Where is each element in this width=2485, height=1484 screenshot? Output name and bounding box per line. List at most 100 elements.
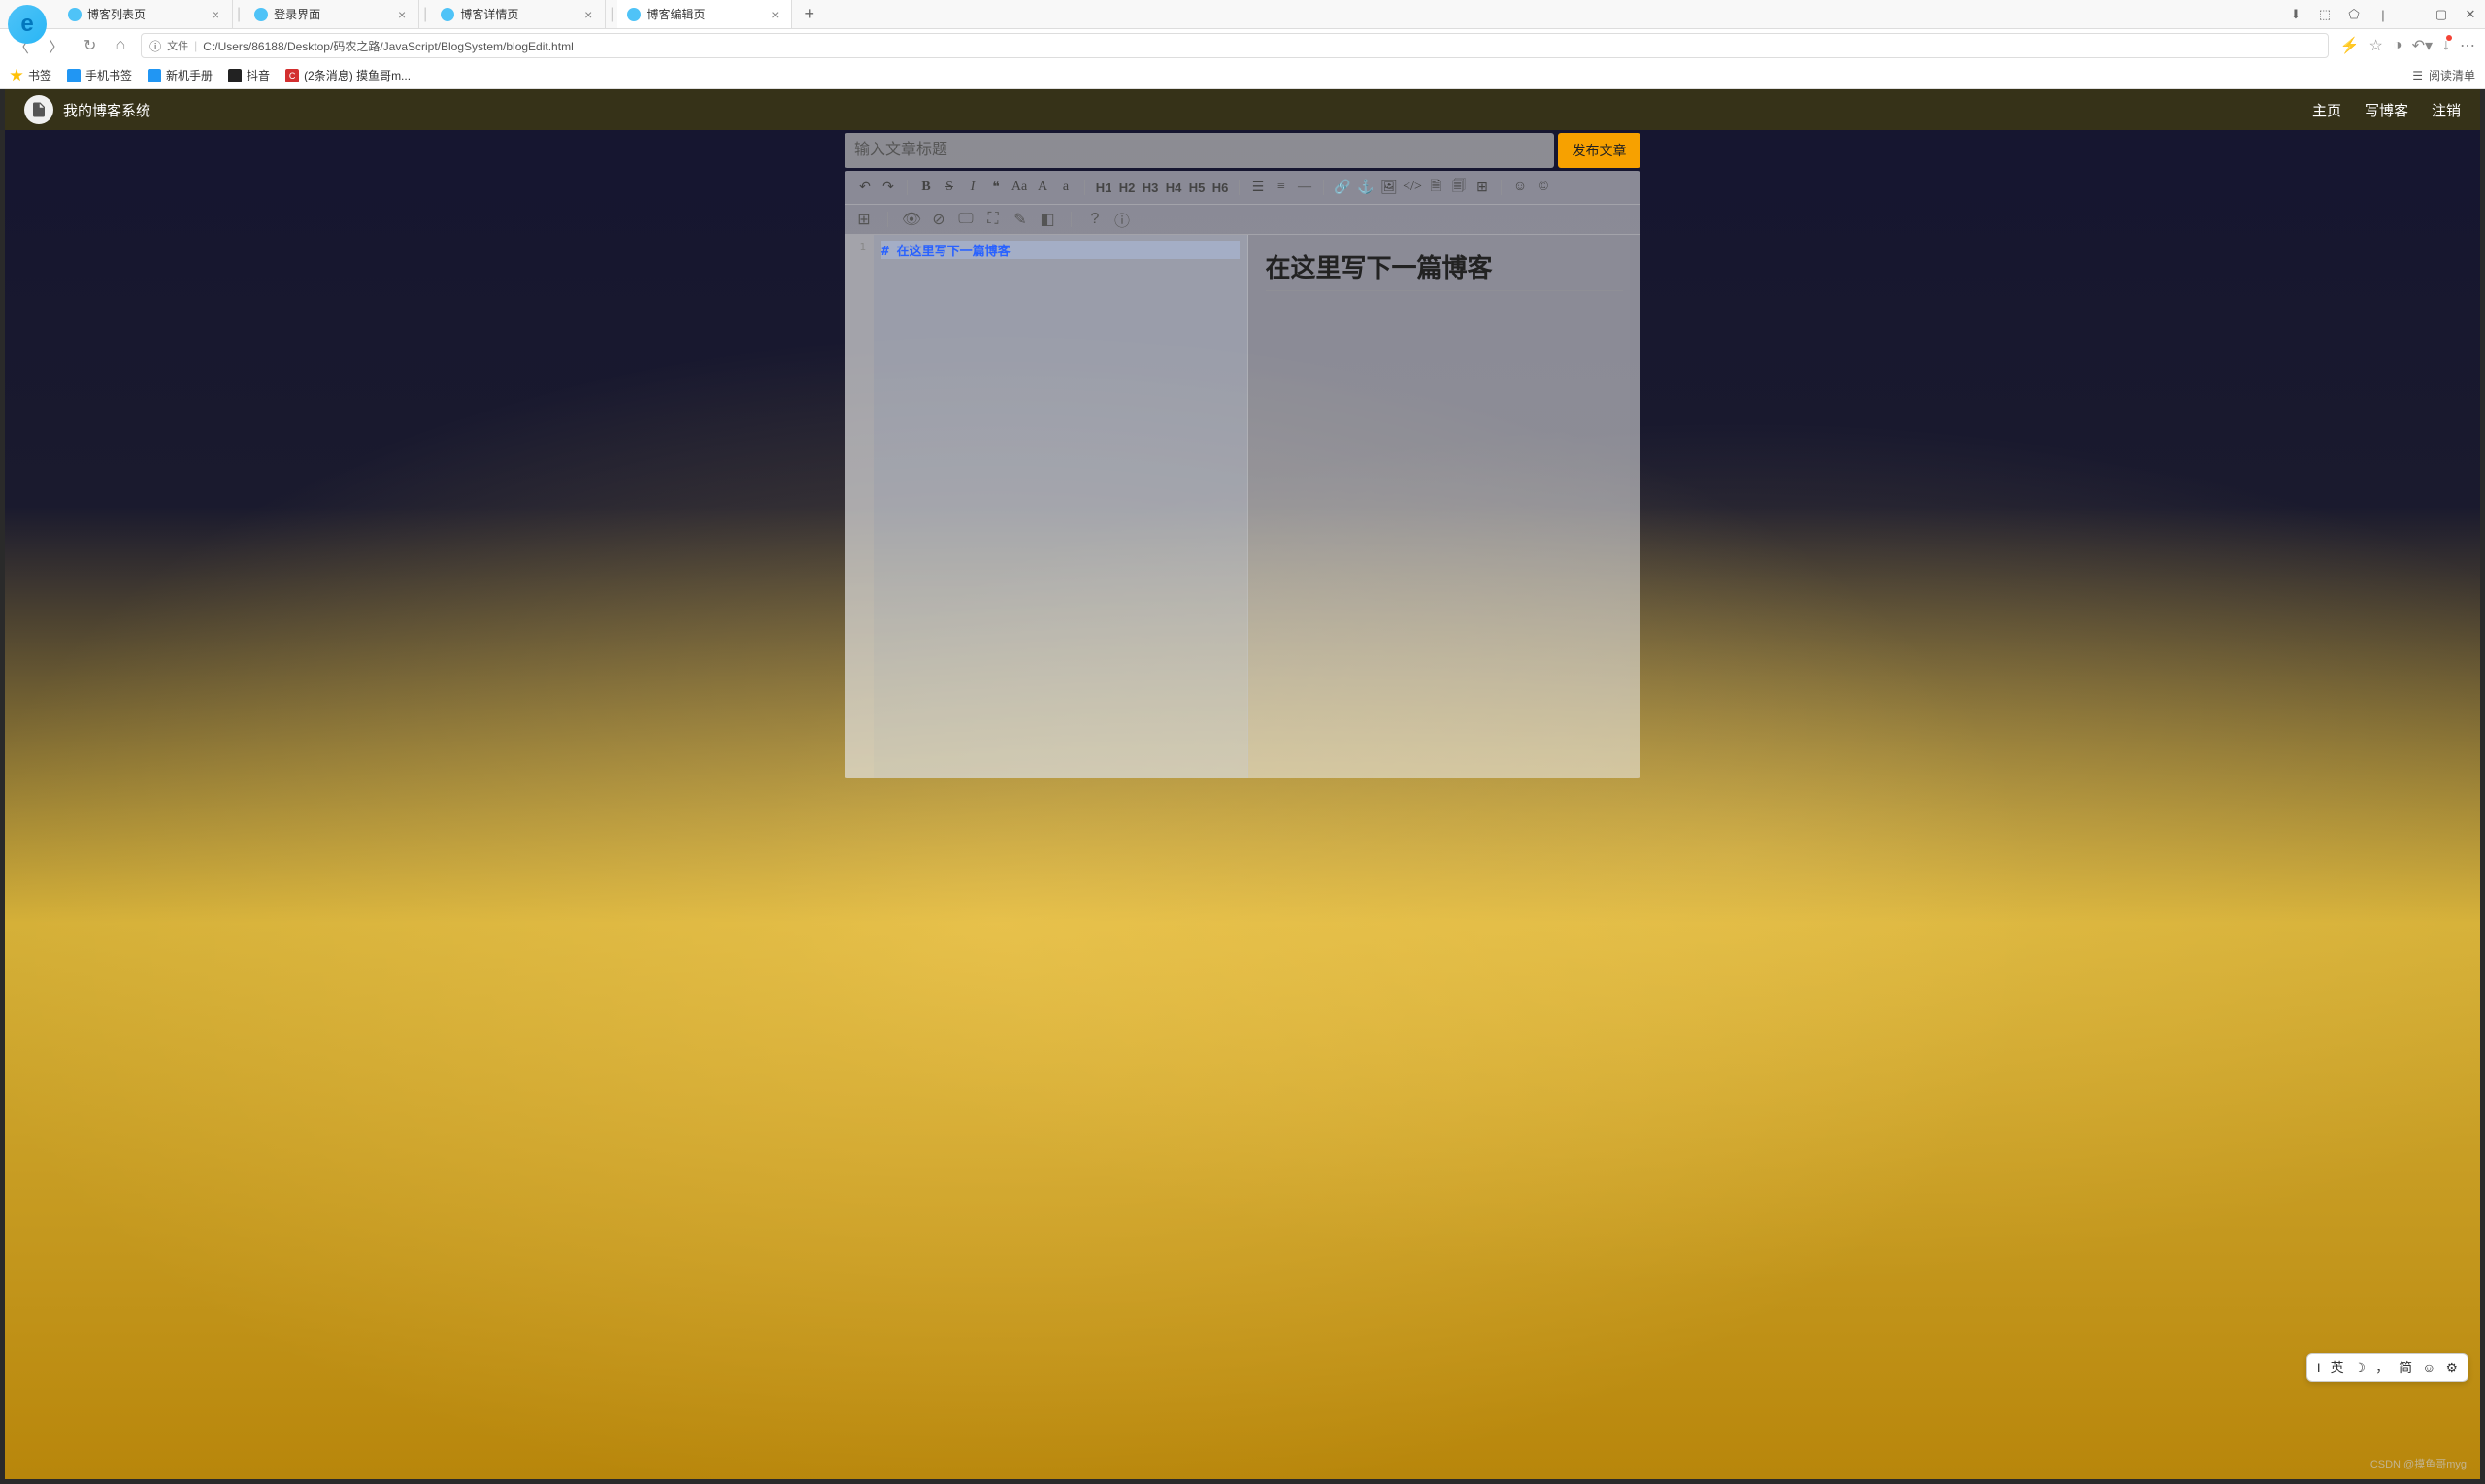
tab-close-icon[interactable]: × bbox=[209, 7, 222, 22]
watch-button[interactable]: 👁 bbox=[902, 210, 921, 229]
tab-blog-list[interactable]: 博客列表页 × bbox=[58, 0, 233, 28]
h5-button[interactable]: H5 bbox=[1186, 177, 1208, 198]
shield-icon[interactable]: ⬠ bbox=[2339, 0, 2369, 29]
link-button[interactable]: 🔗 bbox=[1332, 177, 1353, 198]
anchor-button[interactable]: ⚓ bbox=[1355, 177, 1376, 198]
ime-lang[interactable]: 英 bbox=[2331, 1358, 2344, 1377]
copyright-button[interactable]: © bbox=[1533, 177, 1554, 198]
quote-button[interactable]: ❝ bbox=[985, 177, 1007, 198]
bookmark-bar: 书签 手机书签 新机手册 抖音 C (2条消息) 摸鱼哥m... ☰ 阅读清单 bbox=[0, 62, 2485, 89]
help-button[interactable]: ? bbox=[1085, 210, 1105, 229]
bookmark-main[interactable]: 书签 bbox=[10, 67, 51, 83]
puzzle-icon[interactable]: ⬚ bbox=[2310, 0, 2339, 29]
bookmark-csdn[interactable]: C (2条消息) 摸鱼哥m... bbox=[285, 67, 411, 83]
redo-button[interactable]: ↷ bbox=[878, 177, 899, 198]
page-viewport: 我的博客系统 主页 写博客 注销 发布文章 ↶ ↷ B S I ❝ Aa A a bbox=[0, 89, 2485, 1484]
strike-button[interactable]: S bbox=[939, 177, 960, 198]
nav-write[interactable]: 写博客 bbox=[2365, 100, 2408, 120]
code-button[interactable]: </> bbox=[1402, 177, 1423, 198]
new-tab-button[interactable]: + bbox=[792, 4, 826, 24]
ime-moon-icon[interactable]: ☽ bbox=[2354, 1360, 2367, 1376]
h3-button[interactable]: H3 bbox=[1140, 177, 1161, 198]
bookmark-douyin[interactable]: 抖音 bbox=[228, 67, 270, 83]
uppercase-button[interactable]: Aa bbox=[1009, 177, 1030, 198]
bookmark-label: 新机手册 bbox=[166, 67, 213, 83]
ime-toolbar[interactable]: Ι 英 ☽ ， 简 ☺ ⚙ bbox=[2306, 1353, 2468, 1382]
toolbar-separator bbox=[1239, 180, 1240, 195]
tab-close-icon[interactable]: × bbox=[768, 7, 781, 22]
file-button[interactable]: 🗎 bbox=[1425, 177, 1446, 198]
download-icon[interactable]: ⬇ bbox=[2281, 0, 2310, 29]
address-bar: 〈 〉 ↻ ⌂ ⓘ 文件 | C:/Users/86188/Desktop/码农… bbox=[0, 29, 2485, 62]
info-button[interactable]: ⓘ bbox=[1112, 210, 1132, 229]
h6-button[interactable]: H6 bbox=[1209, 177, 1231, 198]
undo-icon[interactable]: ↶▾ bbox=[2412, 36, 2433, 55]
tab-favicon-icon bbox=[254, 8, 268, 21]
title-input[interactable] bbox=[845, 133, 1554, 168]
tab-detail[interactable]: 博客详情页 × bbox=[431, 0, 606, 28]
doc-button[interactable]: 🗐 bbox=[1448, 177, 1470, 198]
h2-button[interactable]: H2 bbox=[1116, 177, 1138, 198]
tab-separator: | bbox=[419, 6, 431, 23]
line-number: 1 bbox=[845, 241, 866, 253]
reload-button[interactable]: ↻ bbox=[80, 36, 100, 55]
expand-button[interactable]: ⛶ bbox=[983, 210, 1003, 229]
tab-edit[interactable]: 博客编辑页 × bbox=[617, 0, 792, 28]
bookmark-mobile[interactable]: 手机书签 bbox=[67, 67, 132, 83]
maximize-button[interactable]: ▢ bbox=[2427, 0, 2456, 29]
h4-button[interactable]: H4 bbox=[1163, 177, 1184, 198]
clear-button[interactable]: ✎ bbox=[1011, 210, 1030, 229]
ol-button[interactable]: ≡ bbox=[1271, 177, 1292, 198]
star-icon[interactable]: ☆ bbox=[2369, 36, 2383, 55]
hr-button[interactable]: — bbox=[1294, 177, 1315, 198]
extension-icon[interactable]: ◑ bbox=[2393, 37, 2402, 54]
minimize-button[interactable]: — bbox=[2398, 0, 2427, 29]
ime-settings-icon[interactable]: ⚙ bbox=[2445, 1360, 2458, 1376]
publish-button[interactable]: 发布文章 bbox=[1558, 133, 1640, 168]
capitalize-button[interactable]: A bbox=[1032, 177, 1053, 198]
url-text: C:/Users/86188/Desktop/码农之路/JavaScript/B… bbox=[203, 38, 573, 54]
ime-punct[interactable]: ， bbox=[2375, 1358, 2389, 1377]
italic-button[interactable]: I bbox=[962, 177, 983, 198]
image-button[interactable]: 🖼 bbox=[1378, 177, 1400, 198]
ime-mode[interactable]: 简 bbox=[2399, 1358, 2412, 1377]
undo-button[interactable]: ↶ bbox=[854, 177, 876, 198]
forward-button[interactable]: 〉 bbox=[45, 34, 68, 57]
tab-close-icon[interactable]: × bbox=[581, 7, 595, 22]
fullscreen-button[interactable]: 🖵 bbox=[956, 210, 976, 229]
reading-list-button[interactable]: ☰ 阅读清单 bbox=[2412, 67, 2475, 83]
nav-home[interactable]: 主页 bbox=[2312, 100, 2341, 120]
info-icon: ⓘ bbox=[149, 38, 161, 54]
bold-button[interactable]: B bbox=[915, 177, 937, 198]
line-gutter: 1 bbox=[845, 235, 874, 778]
preview-button[interactable]: ⊘ bbox=[929, 210, 948, 229]
lightning-icon[interactable]: ⚡ bbox=[2340, 36, 2360, 55]
table-button[interactable]: ⊞ bbox=[1472, 177, 1493, 198]
main-content: 发布文章 ↶ ↷ B S I ❝ Aa A a H1 H2 H3 H4 H5 H bbox=[845, 130, 1640, 778]
home-button[interactable]: ⌂ bbox=[112, 37, 129, 54]
tab-close-icon[interactable]: × bbox=[395, 7, 409, 22]
close-button[interactable]: ✕ bbox=[2456, 0, 2485, 29]
tab-login[interactable]: 登录界面 × bbox=[245, 0, 419, 28]
erase-button[interactable]: ◧ bbox=[1038, 210, 1057, 229]
emoji-button[interactable]: ☺ bbox=[1509, 177, 1531, 198]
ime-emoji-icon[interactable]: ☺ bbox=[2422, 1360, 2435, 1375]
nav-logout[interactable]: 注销 bbox=[2432, 100, 2461, 120]
url-input[interactable]: ⓘ 文件 | C:/Users/86188/Desktop/码农之路/JavaS… bbox=[141, 33, 2329, 58]
ul-button[interactable]: ☰ bbox=[1247, 177, 1269, 198]
address-bar-actions: ⚡ ☆ ◑ ↶▾ ↓ ⋯ bbox=[2340, 36, 2475, 55]
browser-chrome: e 博客列表页 × | 登录界面 × | 博客详情页 × | 博客编辑页 × +… bbox=[0, 0, 2485, 89]
bookmark-manual[interactable]: 新机手册 bbox=[148, 67, 213, 83]
source-pane[interactable]: # 在这里写下一篇博客 bbox=[874, 235, 1248, 778]
book-icon bbox=[148, 69, 161, 82]
preview-heading: 在这里写下一篇博客 bbox=[1266, 248, 1624, 291]
menu-icon[interactable]: ⋯ bbox=[2460, 36, 2475, 55]
title-row: 发布文章 bbox=[845, 133, 1640, 168]
grid-button[interactable]: ⊞ bbox=[854, 210, 874, 229]
lowercase-button[interactable]: a bbox=[1055, 177, 1077, 198]
bookmark-label: 抖音 bbox=[247, 67, 270, 83]
notification-icon[interactable]: ↓ bbox=[2442, 37, 2450, 54]
tab-title: 博客编辑页 bbox=[646, 6, 762, 22]
h1-button[interactable]: H1 bbox=[1093, 177, 1114, 198]
tab-favicon-icon bbox=[441, 8, 454, 21]
